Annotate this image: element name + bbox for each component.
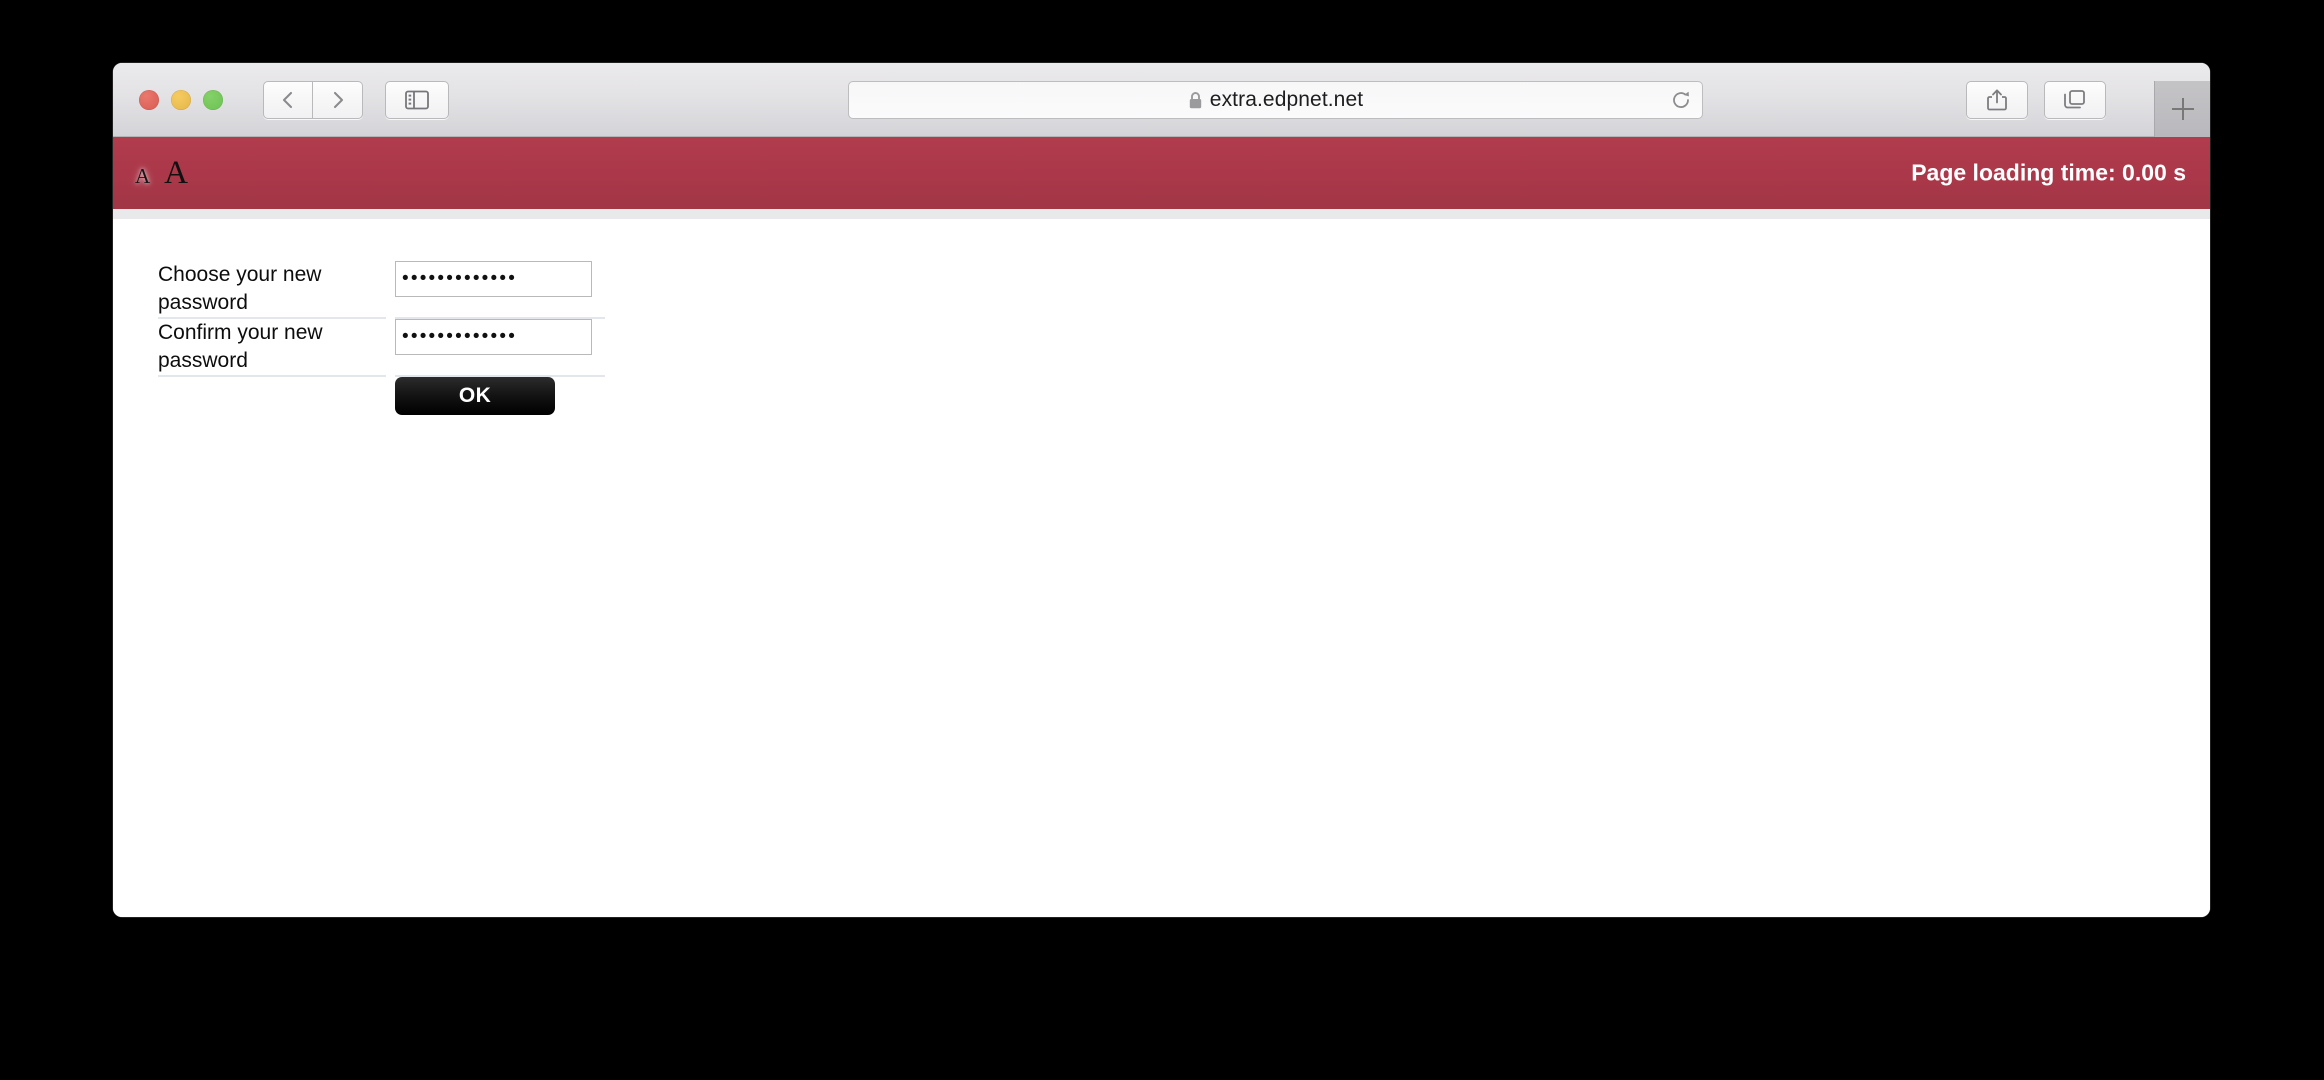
address-field[interactable]: extra.edpnet.net — [848, 81, 1703, 119]
sidebar-toggle-button[interactable] — [385, 80, 449, 119]
decrease-font-size-button[interactable]: A — [135, 165, 150, 187]
site-header-banner: A A Page loading time: 0.00 s — [113, 137, 2210, 209]
choose-password-cell — [395, 261, 605, 319]
font-size-controls: A A — [135, 156, 188, 190]
tab-overview-button[interactable] — [2044, 81, 2106, 119]
reload-button[interactable] — [1668, 87, 1694, 113]
tab-overview-icon — [2064, 90, 2085, 109]
table-row: Choose your new password — [158, 261, 605, 319]
banner-underline-strip — [113, 209, 2210, 219]
confirm-password-input[interactable] — [395, 318, 592, 355]
confirm-password-cell — [395, 318, 605, 377]
page-loading-time-text: Page loading time: 0.00 s — [1911, 159, 2186, 186]
ok-button[interactable]: OK — [395, 376, 555, 415]
table-row-submit: OK — [158, 376, 605, 415]
toolbar-right-buttons — [1966, 81, 2106, 119]
password-form: Choose your new password Confirm your ne… — [113, 219, 2210, 415]
page-content: A A Page loading time: 0.00 s Choose you… — [113, 137, 2210, 917]
choose-password-label: Choose your new password — [158, 261, 386, 319]
choose-password-input[interactable] — [395, 261, 592, 297]
confirm-password-label: Confirm your new password — [158, 319, 386, 377]
address-bar[interactable]: extra.edpnet.net — [848, 81, 1703, 119]
close-window-button[interactable] — [139, 89, 159, 110]
share-button[interactable] — [1966, 81, 2028, 119]
address-url-text: extra.edpnet.net — [1209, 88, 1364, 111]
window-controls — [139, 89, 223, 110]
back-button[interactable] — [263, 80, 313, 119]
sidebar-toggle-icon — [405, 90, 429, 109]
new-tab-button[interactable] — [2154, 81, 2210, 137]
share-icon — [1987, 89, 2007, 111]
maximize-window-button[interactable] — [203, 89, 223, 110]
plus-icon-vertical — [2181, 98, 2184, 120]
chevron-right-icon — [333, 91, 343, 108]
browser-toolbar: extra.edpnet.net — [113, 63, 2210, 137]
navigation-buttons — [263, 80, 363, 119]
reload-icon — [1673, 91, 1689, 108]
minimize-window-button[interactable] — [171, 89, 191, 110]
forward-button[interactable] — [313, 80, 363, 119]
increase-font-size-button[interactable]: A — [164, 156, 188, 190]
table-row: Confirm your new password — [158, 318, 605, 377]
submit-row-spacer — [158, 377, 386, 415]
password-form-table: Choose your new password Confirm your ne… — [149, 261, 614, 415]
browser-window: extra.edpnet.net A A Page loading time: … — [113, 63, 2210, 917]
submit-cell: OK — [395, 376, 605, 415]
lock-icon — [1188, 91, 1203, 110]
chevron-left-icon — [282, 91, 293, 108]
